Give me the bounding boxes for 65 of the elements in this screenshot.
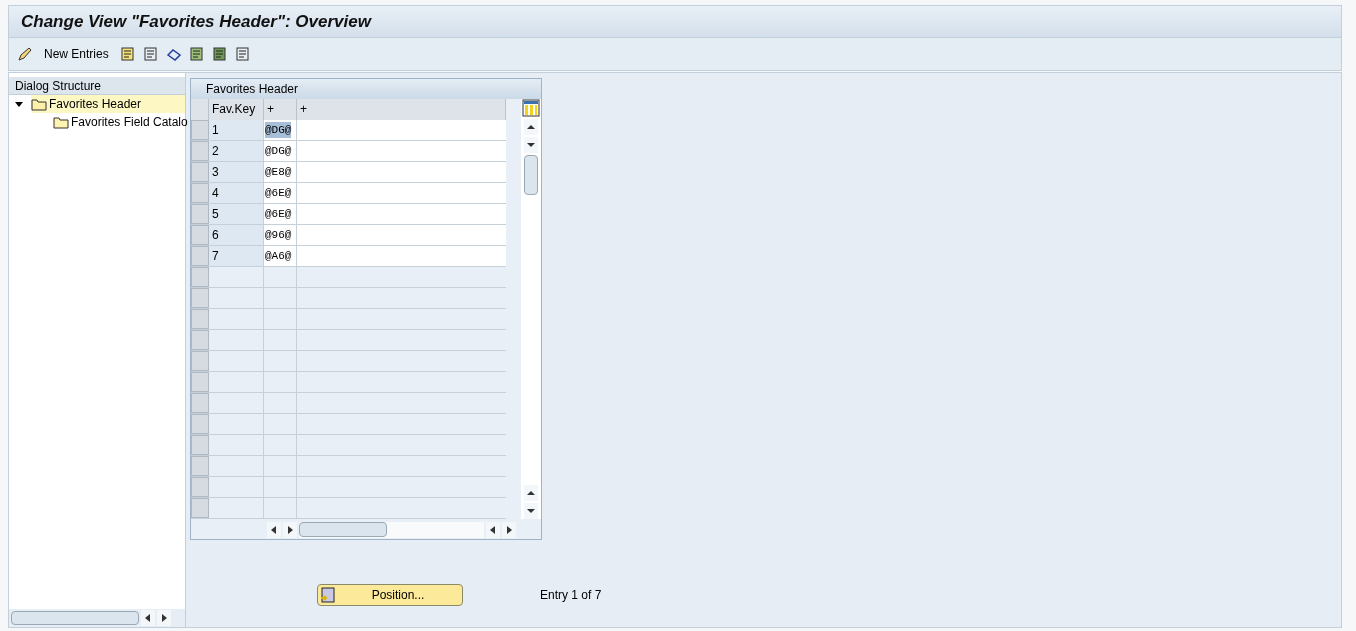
table-cell: 6 xyxy=(209,224,264,245)
window-title: Change View "Favorites Header": Overview xyxy=(21,10,371,33)
caret-icon[interactable] xyxy=(15,100,23,108)
row-selector[interactable] xyxy=(191,224,209,245)
table-cell: 5 xyxy=(209,203,264,224)
folder-icon xyxy=(31,97,47,111)
table-cell: 2 xyxy=(209,140,264,161)
tree-item[interactable]: Favorites Header xyxy=(31,95,185,113)
table-cell: 4 xyxy=(209,182,264,203)
panel-header: Dialog Structure xyxy=(9,77,185,95)
row-selector[interactable] xyxy=(191,266,209,287)
scroll-left-icon[interactable] xyxy=(267,522,281,539)
scrollbar-thumb[interactable] xyxy=(524,154,538,195)
row-selector[interactable] xyxy=(191,245,209,266)
folder-icon xyxy=(53,115,69,129)
table-cell: 7 xyxy=(209,245,264,266)
scrollbar-thumb[interactable] xyxy=(11,611,139,625)
position-icon xyxy=(320,587,336,603)
pencil-icon[interactable] xyxy=(17,46,33,62)
scroll-right-icon[interactable] xyxy=(157,610,171,626)
row-selector[interactable] xyxy=(191,329,209,350)
scroll-down-icon[interactable] xyxy=(524,502,538,519)
scroll-right-icon[interactable] xyxy=(283,522,297,539)
row-selector[interactable] xyxy=(191,392,209,413)
column-header[interactable]: + xyxy=(297,98,506,120)
scroll-left-icon[interactable] xyxy=(141,610,155,626)
table-cell[interactable] xyxy=(297,203,506,224)
row-selector[interactable] xyxy=(191,476,209,497)
new-entries-button[interactable]: New Entries xyxy=(40,43,113,65)
row-selector[interactable] xyxy=(191,287,209,308)
row-selector[interactable] xyxy=(191,203,209,224)
row-selector[interactable] xyxy=(191,371,209,392)
table-cell[interactable] xyxy=(297,140,506,161)
table-cell: 1 xyxy=(209,119,264,140)
row-selector[interactable] xyxy=(191,182,209,203)
column-header[interactable]: + xyxy=(264,98,297,120)
columns-icon[interactable] xyxy=(522,98,540,117)
row-selector[interactable] xyxy=(191,413,209,434)
row-selector[interactable] xyxy=(191,350,209,371)
scroll-up-icon[interactable] xyxy=(524,484,538,501)
scroll-down-icon[interactable] xyxy=(524,136,538,153)
scrollbar-thumb[interactable] xyxy=(299,522,387,538)
row-selector[interactable] xyxy=(191,161,209,182)
scroll-right-icon[interactable] xyxy=(502,522,516,539)
table-cell[interactable] xyxy=(297,119,506,140)
row-selector[interactable] xyxy=(191,497,209,518)
table-cell[interactable] xyxy=(297,182,506,203)
row-selector[interactable] xyxy=(191,140,209,161)
copy-icon[interactable] xyxy=(119,46,136,62)
table-cell[interactable] xyxy=(297,224,506,245)
row-selector[interactable] xyxy=(191,434,209,455)
row-selector[interactable] xyxy=(191,455,209,476)
code-input[interactable]: @DG@ xyxy=(265,121,292,139)
position-button[interactable]: Position... xyxy=(317,584,463,606)
tree-item[interactable]: Favorites Field Catalo xyxy=(53,113,188,131)
table-cell: 3 xyxy=(209,161,264,182)
table-title: Favorites Header xyxy=(191,79,541,99)
column-header[interactable]: Fav.Key xyxy=(209,98,264,120)
entry-info: Entry 1 of 7 xyxy=(540,587,602,604)
table-cell[interactable] xyxy=(297,161,506,182)
scroll-left-icon[interactable] xyxy=(486,522,500,539)
row-selector[interactable] xyxy=(191,308,209,329)
table-cell[interactable] xyxy=(297,245,506,266)
row-selector[interactable] xyxy=(191,119,209,140)
scroll-up-icon[interactable] xyxy=(524,118,538,135)
